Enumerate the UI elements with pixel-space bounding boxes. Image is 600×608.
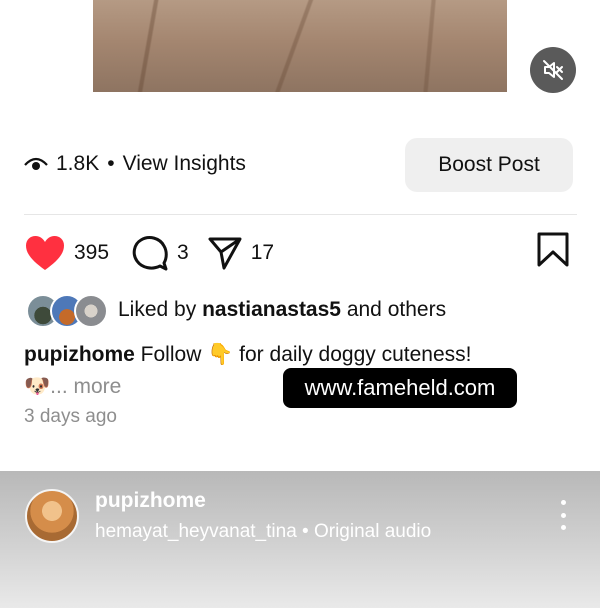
video-frame [93, 0, 507, 92]
liked-by-row[interactable]: Liked by nastianastas5 and others [26, 294, 446, 328]
video-player[interactable] [0, 0, 600, 110]
heart-icon[interactable] [24, 234, 66, 272]
share-action[interactable]: 17 [207, 235, 274, 271]
liked-by-suffix[interactable]: and others [347, 298, 446, 322]
comment-count[interactable]: 3 [177, 241, 189, 265]
avatar[interactable] [25, 489, 79, 543]
caption-text: Follow 👇 for daily doggy cuteness! [140, 343, 472, 366]
kebab-dot [560, 500, 566, 505]
liker-avatars [26, 294, 108, 328]
more-icon[interactable] [556, 500, 570, 530]
caption-emoji: 🐶 [24, 375, 51, 398]
share-count[interactable]: 17 [251, 241, 274, 265]
mute-icon [543, 60, 563, 80]
bookmark-icon[interactable] [536, 232, 570, 268]
kebab-dot [560, 525, 566, 530]
caption-username[interactable]: pupizhome [24, 343, 135, 366]
liked-by-prefix: Liked by [118, 298, 197, 321]
audio-sheet[interactable]: pupizhome hemayat_heyvanat_tina • Origin… [0, 471, 600, 608]
watermark: www.fameheld.com [283, 368, 517, 408]
more-link[interactable]: ... more [50, 375, 121, 398]
mute-button[interactable] [530, 47, 576, 93]
insights-separator: • [107, 152, 115, 175]
boost-post-button[interactable]: Boost Post [405, 138, 573, 192]
comment-icon[interactable] [131, 234, 169, 272]
like-action[interactable]: 395 [24, 234, 109, 272]
divider [24, 214, 577, 215]
audio-attribution[interactable]: hemayat_heyvanat_tina • Original audio [95, 521, 431, 543]
share-icon[interactable] [207, 235, 243, 271]
liked-by-user[interactable]: nastianastas5 [202, 298, 341, 322]
insights-row[interactable]: 1.8K • View Insights [24, 152, 246, 176]
post-actions: 395 3 17 [24, 233, 274, 273]
like-count[interactable]: 395 [74, 241, 109, 265]
view-count: 1.8K [56, 152, 100, 175]
view-insights-link[interactable]: View Insights [123, 152, 246, 176]
avatar [74, 294, 108, 328]
eye-icon [24, 157, 48, 170]
post-timestamp: 3 days ago [24, 406, 117, 427]
sheet-username[interactable]: pupizhome [95, 489, 206, 513]
kebab-dot [560, 512, 566, 518]
comment-action[interactable]: 3 [131, 234, 189, 272]
